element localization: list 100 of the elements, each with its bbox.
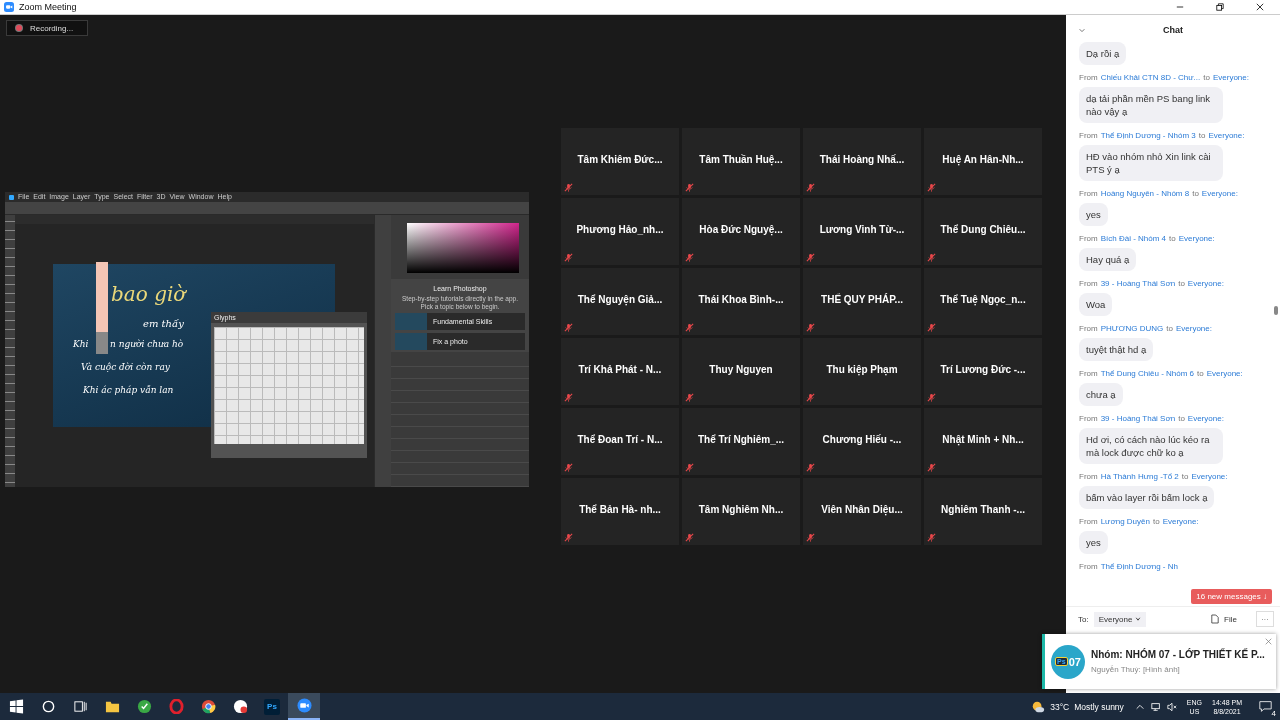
participant-tile[interactable]: Tâm Khiêm Đức... — [561, 128, 679, 195]
participant-tile[interactable]: Lương Vinh Từ-... — [803, 198, 921, 265]
sender-name[interactable]: Thể Định Dương - Nhóm 3 — [1100, 131, 1196, 140]
recipient-dropdown[interactable]: Everyone — [1093, 611, 1147, 627]
participant-name: THỂ QUY PHÁP... — [821, 294, 903, 305]
muted-speaker-icon[interactable] — [1166, 701, 1177, 712]
sender-name[interactable]: Hà Thành Hưng -Tổ 2 — [1100, 472, 1179, 481]
artwork-text: n người chưa hò — [110, 339, 184, 349]
participant-tile[interactable]: Phương Hảo_nh... — [561, 198, 679, 265]
message-bubble: tuyệt thật hd ạ — [1079, 338, 1154, 361]
windows-icon — [8, 699, 24, 714]
participant-tile[interactable]: Chương Hiếu -... — [803, 408, 921, 475]
close-icon[interactable] — [1256, 3, 1264, 11]
sender-name[interactable]: Thể Dung Chiêu - Nhóm 6 — [1100, 369, 1195, 378]
participant-tile[interactable]: Thu kiệp Phạm — [803, 338, 921, 405]
message-bubble: Hay quá ạ — [1079, 248, 1137, 271]
participant-tile[interactable]: Thể Đoan Trí - N... — [561, 408, 679, 475]
recipient-name[interactable]: Everyone: — [1178, 234, 1215, 243]
from-label: From — [1079, 562, 1098, 571]
scrollbar-thumb[interactable] — [1274, 306, 1278, 315]
weather-icon[interactable] — [1031, 699, 1046, 714]
sender-name[interactable]: 39 - Hoàng Thái Sơn — [1100, 279, 1176, 288]
minimize-icon[interactable] — [1176, 3, 1184, 11]
file-button[interactable]: File — [1205, 613, 1243, 625]
participant-name: Nghiêm Thanh -... — [941, 504, 1025, 515]
sender-name[interactable]: Chiếu Khải CTN 8D - Chư... — [1100, 73, 1201, 82]
participant-tile[interactable]: Thể Bản Hà- nh... — [561, 478, 679, 545]
message-bubble: dạ tải phần mền PS bang link nào vậy ạ — [1079, 87, 1223, 123]
notification-count: 4 — [1270, 709, 1277, 718]
folder-icon — [104, 699, 120, 714]
participant-name: Thể Tuệ Ngọc_n... — [940, 294, 1026, 305]
recipient-name[interactable]: Everyone: — [1187, 279, 1224, 288]
ring-icon — [168, 699, 184, 714]
recipient-name[interactable]: Everyone: — [1175, 324, 1212, 333]
message-bubble: yes — [1079, 531, 1108, 554]
participant-tile[interactable]: Thuy Nguyen — [682, 338, 800, 405]
app-icon — [232, 699, 248, 714]
participant-name: Thể Dung Chiêu... — [940, 224, 1026, 235]
color-picker[interactable] — [407, 223, 519, 273]
participant-name: Viên Nhân Diệu... — [821, 504, 903, 515]
participant-tile[interactable]: Thể Dung Chiêu... — [924, 198, 1042, 265]
participant-tile[interactable]: Thái Khoa Bình-... — [682, 268, 800, 335]
restore-icon[interactable] — [1216, 3, 1224, 11]
participant-tile[interactable]: Tâm Thuần Huệ... — [682, 128, 800, 195]
search-icon — [40, 699, 56, 714]
recipient-name[interactable]: Everyone: — [1191, 472, 1228, 481]
participant-tile[interactable]: Trí Lương Đức -... — [924, 338, 1042, 405]
message-bubble: bấm vào layer rồi bấm lock ạ — [1079, 486, 1215, 509]
record-dot-icon — [16, 25, 22, 31]
participant-name: Trí Khả Phát - N... — [578, 364, 662, 375]
recipient-name[interactable]: Everyone: — [1212, 73, 1249, 82]
temperature[interactable]: 33°C — [1050, 701, 1070, 712]
message-bubble: yes — [1079, 203, 1108, 226]
to-label: to — [1197, 369, 1204, 378]
participant-name: Thể Đoan Trí - N... — [577, 434, 663, 445]
sender-name[interactable]: PHƯƠNG DUNG — [1100, 324, 1164, 333]
recipient-name[interactable]: Everyone: — [1187, 414, 1224, 423]
participant-tile[interactable]: Thể Trí Nghiêm_... — [682, 408, 800, 475]
participant-tile[interactable]: Hòa Đức Nguyệ... — [682, 198, 800, 265]
participant-tile[interactable]: THỂ QUY PHÁP... — [803, 268, 921, 335]
taskbar-app[interactable]: Ps — [256, 693, 288, 720]
message-bubble: Woa — [1079, 293, 1113, 316]
taskbar-app[interactable] — [288, 693, 320, 720]
weather-text[interactable]: Mostly sunny — [1074, 701, 1124, 712]
participant-tile[interactable]: Viên Nhân Diệu... — [803, 478, 921, 545]
recording-indicator[interactable]: Recording... — [6, 20, 88, 36]
sender-name[interactable]: Hoàng Nguyên - Nhóm 8 — [1100, 189, 1190, 198]
chat-bubble-icon[interactable] — [1258, 700, 1272, 713]
participant-name: Chương Hiếu -... — [822, 434, 902, 445]
participant-tile[interactable]: Trí Khả Phát - N... — [561, 338, 679, 405]
sender-name[interactable]: Lương Duyên — [1100, 517, 1150, 526]
to-label: to — [1198, 131, 1206, 140]
sender-name[interactable]: 39 - Hoàng Thái Sơn — [1100, 414, 1176, 423]
recipient-name[interactable]: Everyone: — [1206, 369, 1243, 378]
to-label: to — [1203, 73, 1210, 82]
recipient-name[interactable]: Everyone: — [1162, 517, 1199, 526]
to-label: to — [1152, 517, 1160, 526]
recipient-name[interactable]: Everyone: — [1201, 189, 1238, 198]
participant-tile[interactable]: Thể Nguyện Giả... — [561, 268, 679, 335]
app-icon — [136, 699, 152, 714]
sender-name[interactable]: Thể Định Dương - Nh — [1100, 562, 1178, 571]
sender-name[interactable]: Bích Đài - Nhóm 4 — [1100, 234, 1167, 243]
artwork-text: Khi ác pháp vẫn lan — [83, 385, 174, 395]
notification-title: Nhóm: NHÓM 07 - LỚP THIẾT KẾ P... — [1091, 649, 1265, 660]
network-icon[interactable] — [1150, 701, 1161, 712]
app-icon: Ps — [264, 698, 280, 715]
recipient-name[interactable]: Everyone: — [1208, 131, 1245, 140]
participant-tile[interactable]: Tâm Nghiêm Nh... — [682, 478, 800, 545]
participant-tile[interactable]: Thể Tuệ Ngọc_n... — [924, 268, 1042, 335]
participant-tile[interactable]: Thái Hoàng Nhấ... — [803, 128, 921, 195]
participant-tile[interactable]: Nhật Minh + Nh... — [924, 408, 1042, 475]
to-label: to — [1181, 472, 1189, 481]
from-label: From — [1079, 73, 1098, 82]
message-bubble: Dạ rồi ạ — [1079, 42, 1127, 65]
participant-name: Trí Lương Đức -... — [940, 364, 1026, 375]
participant-name: Thể Trí Nghiêm_... — [697, 434, 785, 445]
from-label: From — [1079, 324, 1098, 333]
participant-tile[interactable]: Huệ An Hân-Nh... — [924, 128, 1042, 195]
notification-text: Nguyễn Thuỷ: [Hình ảnh] — [1091, 665, 1181, 674]
participant-tile[interactable]: Nghiêm Thanh -... — [924, 478, 1042, 545]
